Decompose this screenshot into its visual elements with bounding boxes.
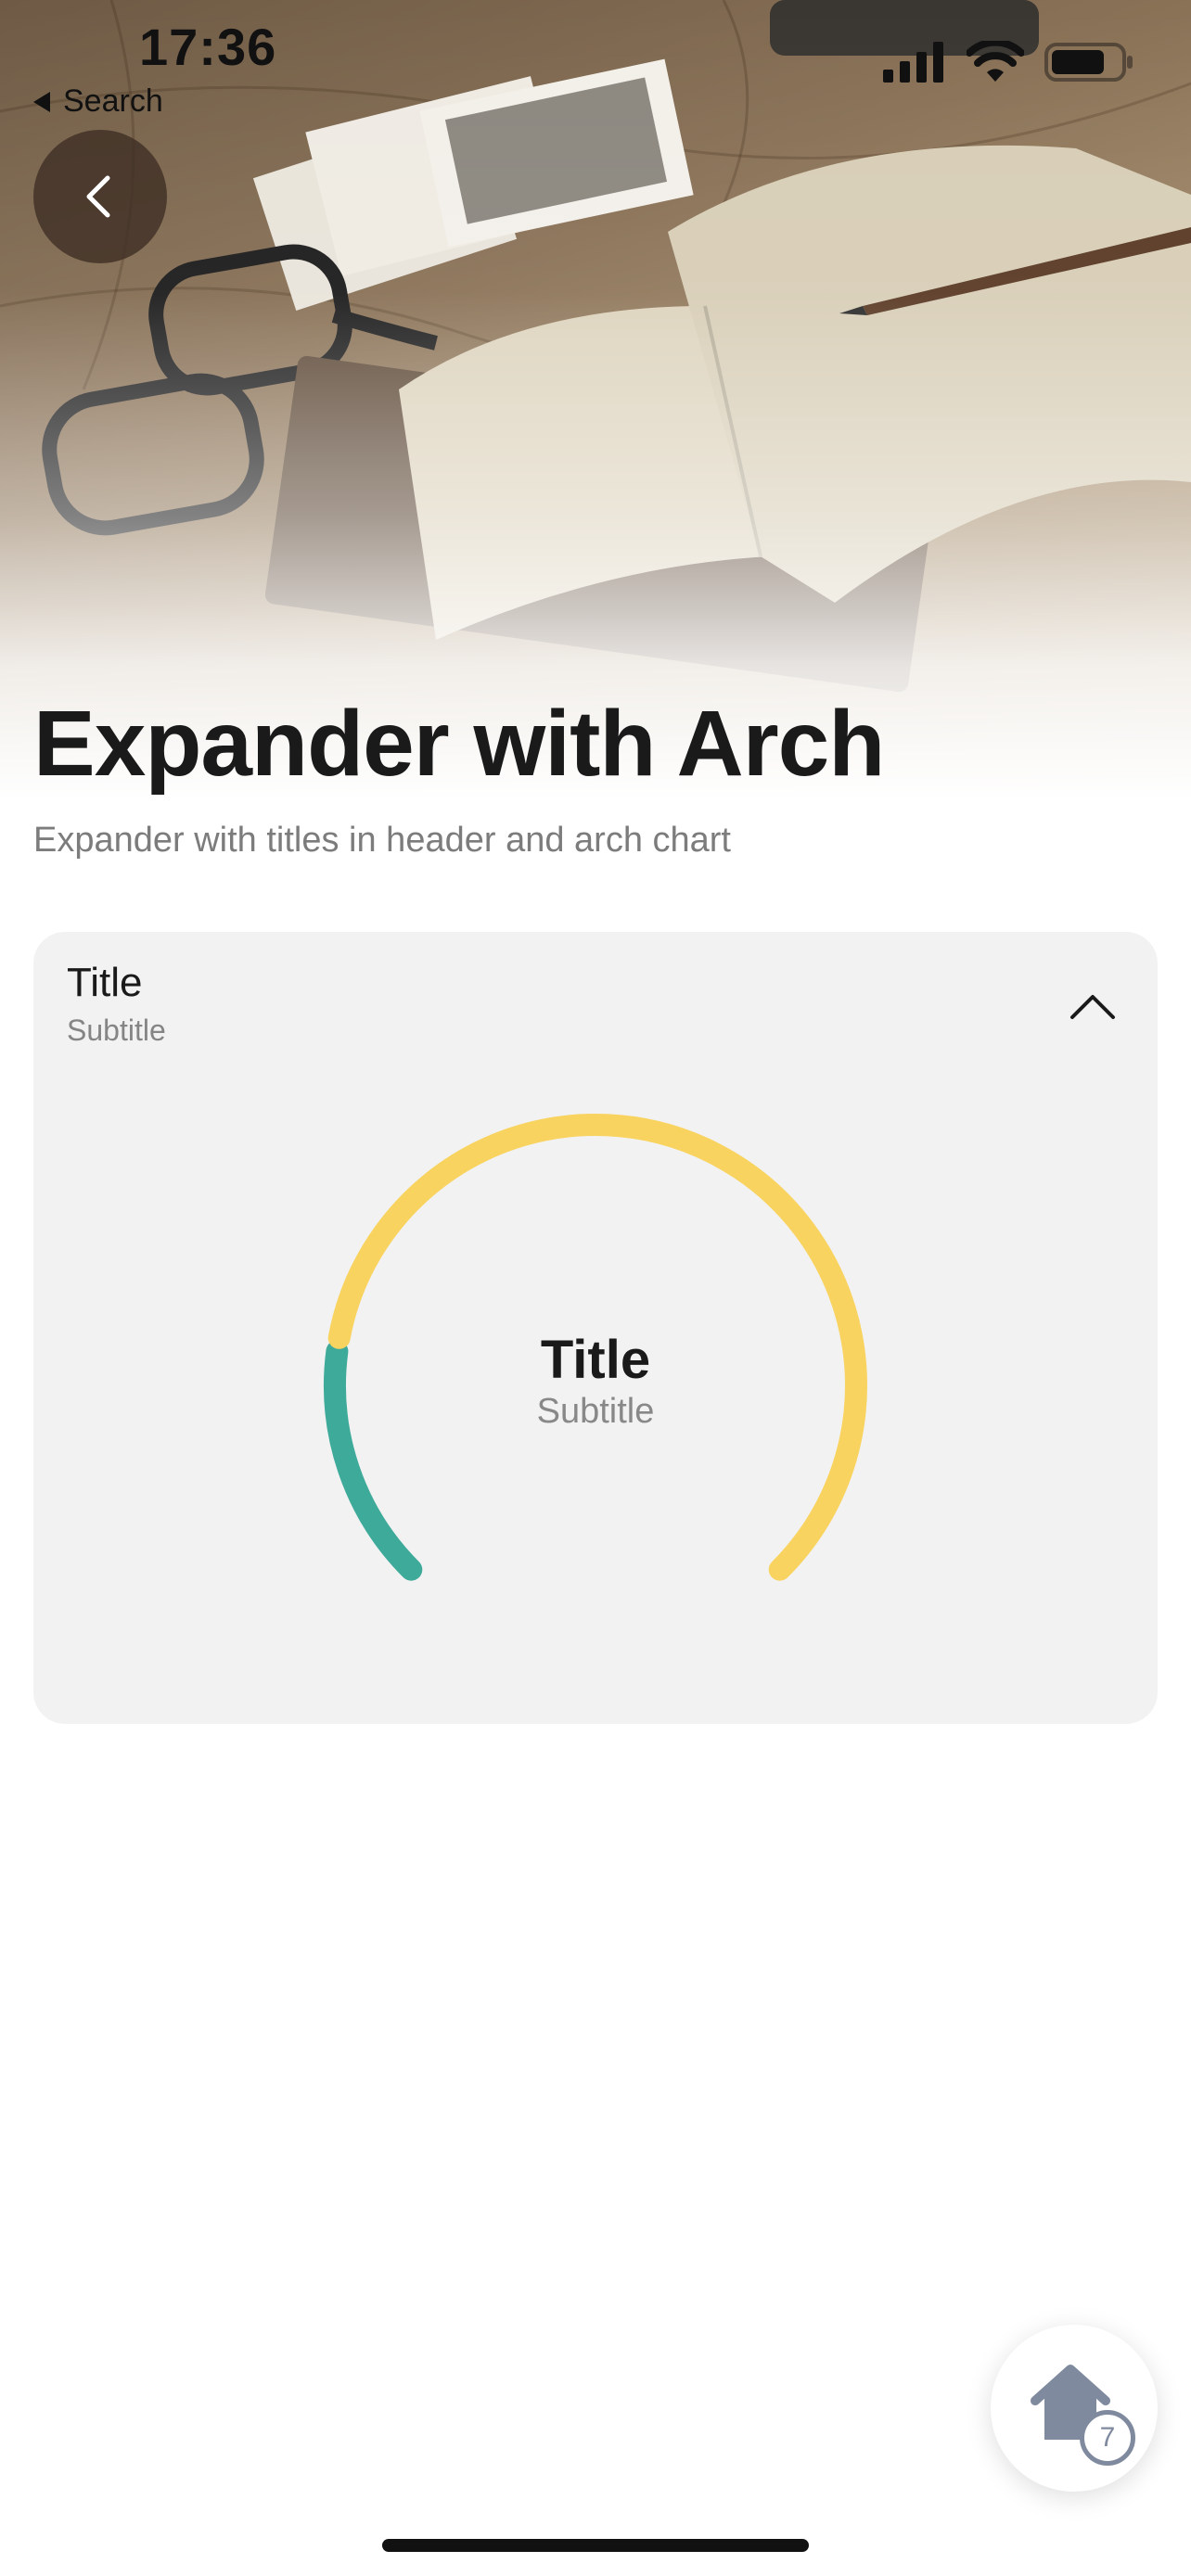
home-button[interactable]: 7 <box>991 2325 1158 2492</box>
page-title: Expander with Arch <box>33 692 885 796</box>
page-subtitle: Expander with titles in header and arch … <box>33 821 731 860</box>
home-indicator <box>382 2539 809 2552</box>
back-button[interactable] <box>33 130 167 263</box>
battery-icon <box>1044 43 1133 82</box>
expander-title: Title <box>67 960 143 1005</box>
status-back-to-app[interactable]: Search <box>33 83 163 120</box>
chevron-up-icon[interactable] <box>1065 978 1121 1034</box>
status-icons <box>883 41 1135 83</box>
expander-subtitle: Subtitle <box>67 1014 166 1047</box>
arch-title: Title <box>540 1330 651 1390</box>
arch-chart: Title Subtitle <box>33 1062 1158 1724</box>
back-triangle-icon <box>33 91 50 112</box>
status-back-label: Search <box>63 83 163 119</box>
wifi-icon <box>967 41 1024 82</box>
home-icon <box>1031 2365 1110 2440</box>
screen: 17:36 Search Expander with Arch Expander… <box>0 0 1191 2576</box>
expander-header[interactable]: Title Subtitle <box>33 932 1158 1062</box>
home-badge: 7 <box>1080 2410 1135 2466</box>
expander-card: Title Subtitle Title Subtitle <box>33 932 1158 1724</box>
chevron-left-icon <box>86 175 110 218</box>
signal-icon <box>883 42 943 83</box>
arch-subtitle: Subtitle <box>536 1392 655 1431</box>
status-time: 17:36 <box>139 18 277 76</box>
